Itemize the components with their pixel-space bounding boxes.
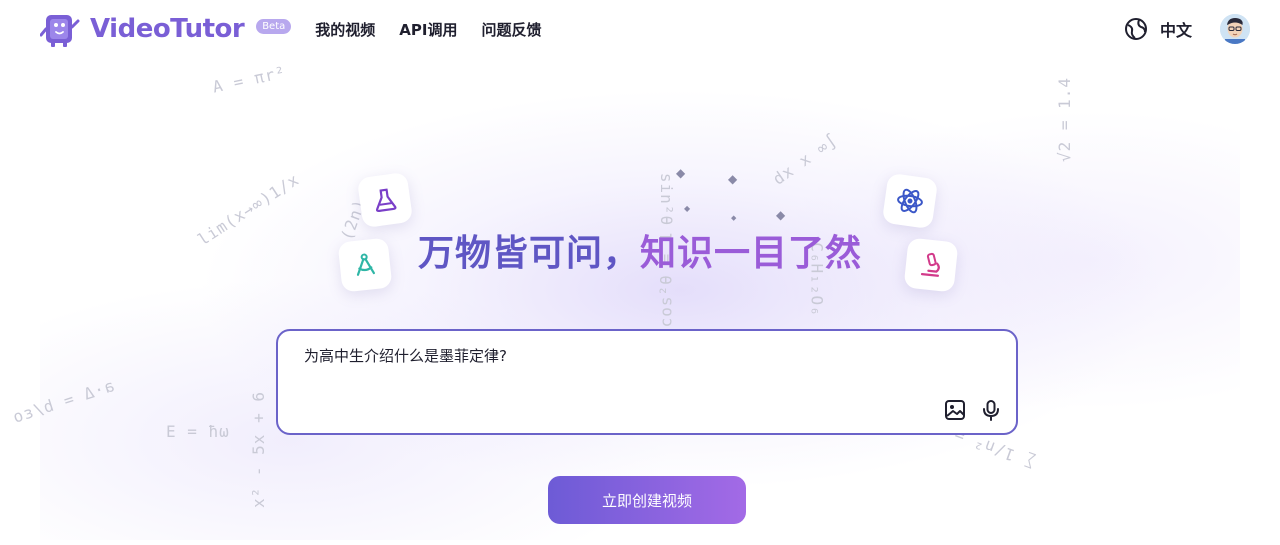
- bg-formula: √2 = 1.4: [1055, 76, 1075, 163]
- hero-title-part1: 万物皆可问，: [417, 233, 640, 274]
- brand-name: VideoTutor: [90, 14, 245, 44]
- create-video-button[interactable]: 立即创建视频: [548, 476, 746, 524]
- bg-formula: E = ħω: [166, 422, 230, 441]
- main-nav: 我的视频 API调用 问题反馈: [315, 19, 541, 40]
- question-input-value[interactable]: 为高中生介绍什么是墨菲定律?: [304, 345, 507, 366]
- book-mascot-icon: [40, 15, 80, 47]
- nav-my-videos[interactable]: 我的视频: [315, 19, 375, 40]
- nav-feedback[interactable]: 问题反馈: [481, 19, 541, 40]
- atom-tile: [881, 172, 939, 230]
- top-header: VideoTutor Beta 我的视频 API调用 问题反馈 中文: [0, 0, 1280, 58]
- atom-icon: [897, 188, 923, 214]
- avatar-face-icon: [1220, 14, 1250, 44]
- sparkle-icon: ◆: [776, 208, 786, 222]
- image-upload-icon[interactable]: [944, 399, 966, 421]
- background-glow: [40, 60, 1240, 540]
- bg-formula: a·Δ = b/εο: [9, 376, 117, 427]
- user-avatar[interactable]: [1220, 14, 1250, 44]
- microphone-icon[interactable]: [980, 399, 1002, 421]
- header-right: 中文: [1124, 14, 1250, 44]
- language-switcher[interactable]: 中文: [1124, 17, 1192, 41]
- language-label: 中文: [1159, 21, 1192, 40]
- sparkle-icon: ◆: [684, 204, 691, 213]
- bg-formula: A = πr²: [210, 62, 288, 97]
- beta-badge: Beta: [256, 18, 292, 34]
- hero-title-part2: 知识一目了然: [640, 233, 863, 274]
- nav-api[interactable]: API调用: [399, 19, 457, 40]
- sparkle-icon: ◆: [728, 172, 738, 186]
- flask-tile: [356, 171, 414, 229]
- bg-formula: sin²θ: [657, 172, 677, 227]
- globe-icon: [1124, 18, 1147, 40]
- flask-icon: [375, 188, 397, 213]
- sparkle-icon: ◆: [676, 166, 686, 180]
- bg-formula: x² - 5x + 6: [248, 391, 268, 508]
- hero-title: 万物皆可问，知识一目了然: [0, 224, 1280, 276]
- question-input[interactable]: 为高中生介绍什么是墨菲定律?: [276, 329, 1018, 435]
- sparkle-icon: ◆: [731, 214, 737, 222]
- brand-logo[interactable]: VideoTutor Beta: [40, 9, 292, 49]
- bg-formula: dx x ∞∫: [769, 130, 842, 189]
